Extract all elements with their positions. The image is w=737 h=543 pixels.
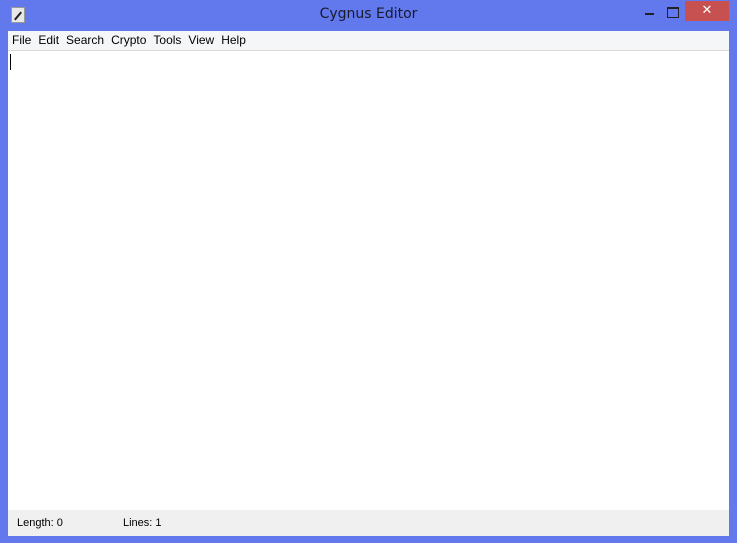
menu-tools[interactable]: Tools [150,31,185,50]
text-caret [10,54,11,70]
menu-crypto[interactable]: Crypto [108,31,150,50]
lines-status: Lines: 1 [123,517,162,529]
maximize-button[interactable] [664,1,685,21]
menu-search[interactable]: Search [63,31,108,50]
length-status: Length: 0 [17,517,63,529]
status-bar: Length: 0 Lines: 1 [8,510,729,536]
close-button[interactable]: ✕ [685,1,729,21]
title-bar[interactable]: Cygnus Editor ✕ [0,0,737,31]
menu-view[interactable]: View [185,31,218,50]
menu-edit[interactable]: Edit [35,31,63,50]
window-title: Cygnus Editor [319,6,418,22]
menu-help[interactable]: Help [218,31,250,50]
client-area: File Edit Search Crypto Tools View Help … [8,31,729,536]
menu-bar: File Edit Search Crypto Tools View Help [8,31,729,51]
minimize-button[interactable] [637,1,664,21]
text-editor[interactable] [8,51,729,510]
menu-file[interactable]: File [9,31,35,50]
